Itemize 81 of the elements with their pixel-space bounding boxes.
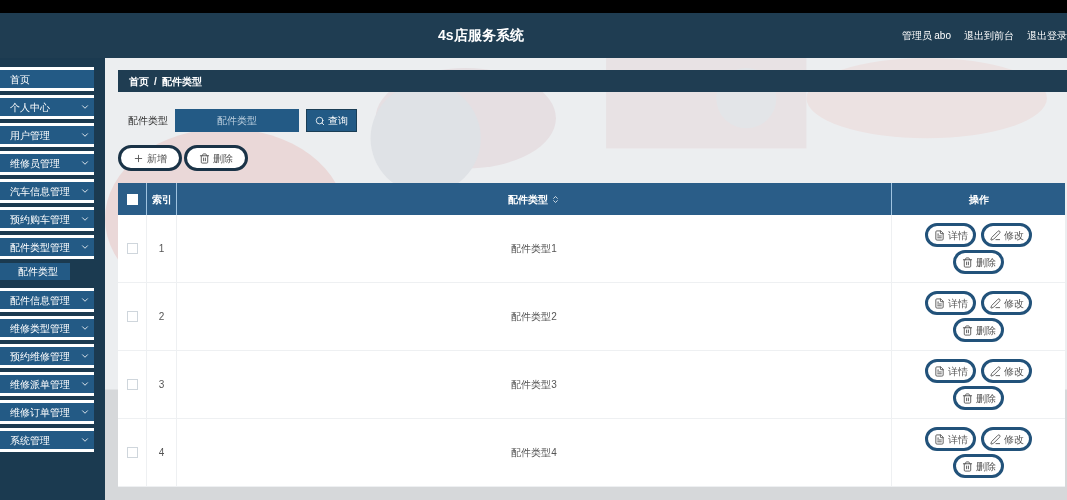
table-cell: 配件类型3 xyxy=(177,351,892,418)
chevron-down-icon xyxy=(80,323,90,333)
pen-icon xyxy=(989,297,1001,309)
table-cell: 2 xyxy=(147,283,177,350)
table-cell: 1 xyxy=(147,215,177,282)
breadcrumb-separator: / xyxy=(154,74,157,89)
app-title: 4s店服务系统 xyxy=(437,26,524,45)
sidebar-item[interactable]: 预约维修管理 xyxy=(0,347,94,365)
chevron-down-icon xyxy=(80,407,90,417)
checkbox[interactable] xyxy=(126,447,138,458)
document-icon xyxy=(933,365,945,377)
trash-icon xyxy=(961,324,973,336)
delete-button[interactable]: 删除 xyxy=(953,386,1004,410)
header-link[interactable]: 退出到前台 xyxy=(964,28,1014,43)
breadcrumb-link[interactable]: 配件类型 xyxy=(161,73,202,89)
edit-button[interactable]: 修改 xyxy=(981,223,1032,247)
delete-button[interactable]: 删除 xyxy=(184,145,248,171)
table-cell: 配件类型1 xyxy=(177,215,892,282)
chevron-down-icon xyxy=(80,379,90,389)
column-header: 操作 xyxy=(967,192,990,207)
chevron-down-icon xyxy=(80,435,90,445)
edit-button[interactable]: 修改 xyxy=(981,359,1032,383)
sidebar-item[interactable]: 维修员管理 xyxy=(0,154,94,172)
table-cell: 3 xyxy=(147,351,177,418)
sort-icon xyxy=(551,194,560,204)
delete-button[interactable]: 删除 xyxy=(953,454,1004,478)
pen-icon xyxy=(989,229,1001,241)
document-icon xyxy=(933,229,945,241)
chevron-down-icon xyxy=(80,295,90,305)
sidebar-item[interactable]: 用户管理 xyxy=(0,126,94,144)
edit-button[interactable]: 修改 xyxy=(981,291,1032,315)
checkbox[interactable] xyxy=(126,243,138,254)
chevron-down-icon xyxy=(80,242,90,252)
header-link[interactable]: 退出登录 xyxy=(1027,28,1067,43)
document-icon xyxy=(933,297,945,309)
detail-button[interactable]: 详情 xyxy=(925,223,976,247)
add-button[interactable]: 新增 xyxy=(118,145,182,171)
breadcrumb-link[interactable]: 首页 xyxy=(129,73,149,89)
trash-icon xyxy=(961,460,973,472)
delete-button[interactable]: 删除 xyxy=(953,250,1004,274)
sidebar-item[interactable]: 维修类型管理 xyxy=(0,319,94,337)
search-icon xyxy=(315,115,325,126)
detail-button[interactable]: 详情 xyxy=(925,291,976,315)
trash-icon xyxy=(961,392,973,404)
sidebar-item[interactable]: 维修订单管理 xyxy=(0,403,94,421)
trash-icon xyxy=(199,152,210,164)
header-link[interactable]: 管理员 abo xyxy=(901,28,951,43)
table-cell: 4 xyxy=(147,419,177,486)
detail-button[interactable]: 详情 xyxy=(925,359,976,383)
sidebar-item[interactable]: 配件类型管理 xyxy=(0,238,94,256)
sidebar-item[interactable]: 个人中心 xyxy=(0,98,94,116)
chevron-down-icon xyxy=(80,186,90,196)
submenu-item[interactable]: 配件类型 xyxy=(0,263,70,280)
detail-button[interactable]: 详情 xyxy=(925,427,976,451)
edit-button[interactable]: 修改 xyxy=(981,427,1032,451)
sidebar-item[interactable]: 系统管理 xyxy=(0,431,94,449)
table-cell: 配件类型4 xyxy=(177,419,892,486)
sidebar-item[interactable]: 配件信息管理 xyxy=(0,291,94,309)
document-icon xyxy=(933,433,945,445)
pen-icon xyxy=(989,433,1001,445)
chevron-down-icon xyxy=(80,351,90,361)
chevron-down-icon xyxy=(80,158,90,168)
sidebar-item[interactable]: 维修派单管理 xyxy=(0,375,94,393)
plus-icon xyxy=(133,152,144,164)
column-header[interactable]: 配件类型 xyxy=(177,183,892,215)
sidebar-item[interactable]: 汽车信息管理 xyxy=(0,182,94,200)
search-label: 配件类型 xyxy=(128,114,168,128)
chevron-down-icon xyxy=(80,102,90,112)
search-field[interactable]: 配件类型 xyxy=(175,109,299,132)
trash-icon xyxy=(961,256,973,268)
pen-icon xyxy=(989,365,1001,377)
column-header: 索引 xyxy=(147,183,177,215)
table-cell: 配件类型2 xyxy=(177,283,892,350)
delete-button[interactable]: 删除 xyxy=(953,318,1004,342)
sidebar-item[interactable]: 首页 xyxy=(0,70,94,88)
checkbox[interactable] xyxy=(126,311,138,322)
sidebar-item[interactable]: 预约购车管理 xyxy=(0,210,94,228)
search-button[interactable]: 查询 xyxy=(306,109,357,132)
chevron-down-icon xyxy=(80,130,90,140)
chevron-down-icon xyxy=(80,214,90,224)
checkbox[interactable] xyxy=(126,379,138,390)
